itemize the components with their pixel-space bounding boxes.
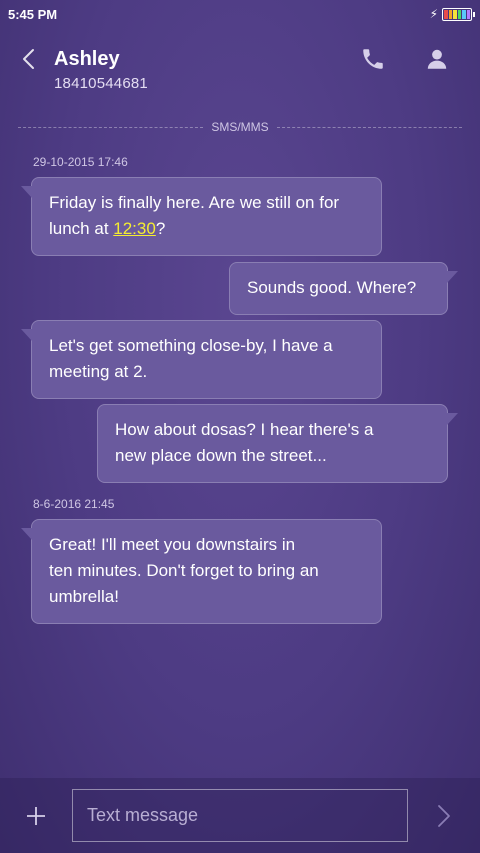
contact-name: Ashley xyxy=(54,48,120,70)
message-bubble-incoming[interactable]: Friday is finally here. Are we still on … xyxy=(21,177,382,256)
message-line: meeting at 2. xyxy=(49,362,148,381)
message-line: Great! I'll meet you downstairs in xyxy=(49,535,296,554)
battery-cell xyxy=(448,9,452,19)
conversation-screen: 5:45 PM ⚡ Ashley 18410544681 SMS/MMS 29-… xyxy=(0,0,480,853)
message-line: umbrella! xyxy=(49,587,119,606)
message-line: lunch at 12:30? xyxy=(49,216,365,242)
channel-label: SMS/MMS xyxy=(211,120,269,134)
message-bubble-incoming[interactable]: Great! I'll meet you downstairs in ten m… xyxy=(21,519,382,624)
message-timestamp: 8-6-2016 21:45 xyxy=(33,497,115,511)
charging-icon: ⚡ xyxy=(429,7,438,21)
send-icon[interactable] xyxy=(432,802,456,830)
message-timestamp: 29-10-2015 17:46 xyxy=(33,155,128,169)
call-icon[interactable] xyxy=(360,46,386,72)
message-text: ? xyxy=(155,219,166,238)
message-composer xyxy=(0,778,480,853)
status-bar: 5:45 PM ⚡ xyxy=(0,0,480,28)
battery-cell xyxy=(453,9,457,19)
conversation-header: Ashley 18410544681 xyxy=(0,36,480,106)
add-icon[interactable] xyxy=(24,804,48,828)
contact-icon[interactable] xyxy=(424,46,450,72)
message-bubble-outgoing[interactable]: How about dosas? I hear there's a new pl… xyxy=(97,404,458,483)
time-link[interactable]: 12:30 xyxy=(113,219,156,238)
back-icon[interactable] xyxy=(18,48,40,70)
status-time: 5:45 PM xyxy=(8,6,58,22)
message-line: new place down the street... xyxy=(115,446,327,465)
status-icons: ⚡ xyxy=(429,7,475,21)
battery-cell xyxy=(457,9,461,19)
channel-divider: SMS/MMS xyxy=(18,118,462,136)
battery-cell xyxy=(444,9,448,19)
message-line: ten minutes. Don't forget to bring an xyxy=(49,561,319,580)
message-text: lunch at xyxy=(49,219,114,238)
message-input[interactable] xyxy=(72,789,408,842)
battery-cell xyxy=(466,9,470,19)
message-bubble-incoming[interactable]: Let's get something close-by, I have a m… xyxy=(21,320,382,399)
message-bubble-outgoing[interactable]: Sounds good. Where? xyxy=(229,262,458,315)
message-line: Let's get something close-by, I have a xyxy=(49,336,333,355)
divider-line xyxy=(18,126,204,128)
divider-line xyxy=(276,126,462,128)
message-line: How about dosas? I hear there's a xyxy=(115,420,374,439)
battery-cell xyxy=(462,9,466,19)
contact-number: 18410544681 xyxy=(54,75,148,92)
battery-icon xyxy=(442,7,475,21)
message-line: Sounds good. Where? xyxy=(247,278,417,297)
message-line: Friday is finally here. Are we still on … xyxy=(49,193,340,212)
